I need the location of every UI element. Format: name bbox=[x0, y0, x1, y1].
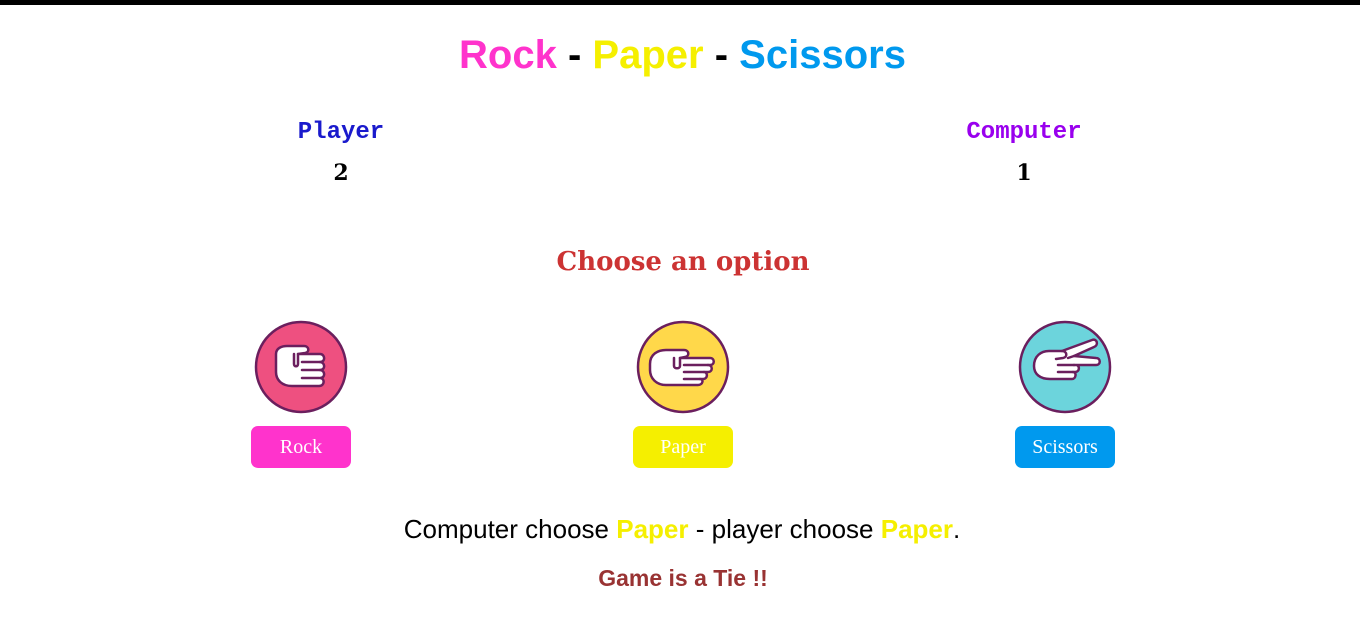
title-separator: - bbox=[714, 33, 729, 77]
top-border bbox=[0, 0, 1360, 5]
two-finger-hand-icon[interactable] bbox=[1018, 320, 1112, 414]
computer-score-panel: Computer 1 bbox=[904, 116, 1144, 186]
paper-button[interactable]: Paper bbox=[633, 426, 733, 468]
rock-button[interactable]: Rock bbox=[251, 426, 351, 468]
scissors-option: Scissors bbox=[985, 320, 1145, 468]
player-label: Player bbox=[297, 119, 385, 146]
player-score: 2 bbox=[333, 160, 349, 186]
scissors-button[interactable]: Scissors bbox=[1015, 426, 1115, 468]
computer-choice: Paper bbox=[616, 514, 689, 544]
computer-score: 1 bbox=[1016, 160, 1032, 186]
flat-hand-icon[interactable] bbox=[636, 320, 730, 414]
computer-label: Computer bbox=[966, 119, 1082, 146]
player-score-panel: Player 2 bbox=[221, 116, 461, 186]
title-word-paper: Paper bbox=[592, 33, 704, 77]
game-outcome: Game is a Tie !! bbox=[598, 565, 768, 591]
fist-hand-icon[interactable] bbox=[254, 320, 348, 414]
rock-option: Rock bbox=[221, 320, 381, 468]
title-word-rock: Rock bbox=[459, 33, 557, 77]
choose-prompt: Choose an option bbox=[556, 247, 810, 277]
result-message: Computer choose Paper - player choose Pa… bbox=[0, 512, 1360, 546]
game-title: Rock - Paper - Scissors bbox=[0, 30, 1360, 80]
result-prefix: Computer choose bbox=[403, 514, 609, 544]
result-suffix: . bbox=[953, 514, 961, 544]
title-word-scissors: Scissors bbox=[739, 33, 906, 77]
result-middle: - player choose bbox=[695, 514, 874, 544]
title-separator: - bbox=[567, 33, 582, 77]
paper-option: Paper bbox=[603, 320, 763, 468]
player-choice: Paper bbox=[880, 514, 953, 544]
